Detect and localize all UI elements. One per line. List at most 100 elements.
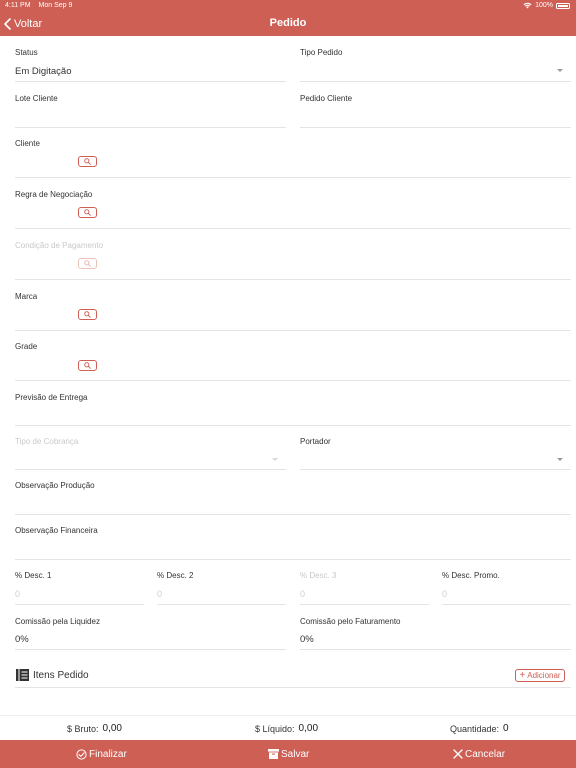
portador-select[interactable] <box>300 449 571 469</box>
archive-icon <box>268 749 279 759</box>
grade-divider <box>15 380 571 381</box>
cliente-search-button[interactable] <box>78 156 97 167</box>
magnifier-icon <box>84 209 91 216</box>
marca-search-button[interactable] <box>78 309 97 320</box>
total-quantidade: Quantidade: 0 <box>450 716 509 741</box>
list-icon <box>16 669 29 681</box>
pedido-cliente-label: Pedido Cliente <box>300 94 353 103</box>
tipo-pedido-select[interactable] <box>300 60 571 80</box>
total-liquido-label: $ Líquido: <box>255 723 295 734</box>
comissao-liquidez-label: Comissão pela Liquidez <box>15 617 100 626</box>
condicao-pagamento-divider <box>15 279 571 280</box>
lote-cliente-divider <box>15 127 286 128</box>
condicao-pagamento-search-button <box>78 258 97 269</box>
comissao-faturamento-label: Comissão pelo Faturamento <box>300 617 401 626</box>
total-quantidade-label: Quantidade: <box>450 723 500 734</box>
status-bar: 4:11 PM Mon Sep 9 100% <box>0 0 576 11</box>
desc2-label: % Desc. 2 <box>157 571 194 580</box>
add-item-label: Adicionar <box>527 671 561 680</box>
cliente-label: Cliente <box>15 139 40 148</box>
total-quantidade-value: 0 <box>503 723 509 734</box>
check-circle-icon <box>76 748 87 760</box>
desc-promo-label: % Desc. Promo. <box>442 571 500 580</box>
items-section-title: Itens Pedido <box>33 670 89 681</box>
cancelar-label: Cancelar <box>465 748 506 760</box>
tipo-pedido-label: Tipo Pedido <box>300 48 343 57</box>
pedido-cliente-divider <box>300 127 571 128</box>
total-bruto-label: $ Bruto: <box>67 723 99 734</box>
status-bar-left: 4:11 PM Mon Sep 9 <box>5 0 78 11</box>
comissao-liquidez-value: 0% <box>15 634 29 645</box>
desc-promo-input[interactable]: 0 <box>442 589 447 599</box>
previsao-entrega-input[interactable] <box>15 404 571 424</box>
observacao-producao-input[interactable] <box>15 493 571 513</box>
regra-negociacao-label: Regra de Negociação <box>15 190 93 199</box>
cliente-divider <box>15 177 571 178</box>
previsao-entrega-label: Previsão de Entrega <box>15 393 88 402</box>
desc3-label: % Desc. 3 <box>300 571 337 580</box>
desc2-input[interactable]: 0 <box>157 589 162 599</box>
tipo-cobranca-label: Tipo de Cobrança <box>15 437 79 446</box>
tipo-pedido-divider <box>300 81 571 82</box>
tipo-cobranca-select <box>15 449 286 469</box>
nav-bar: Voltar Pedido <box>0 11 576 36</box>
comissao-faturamento-value: 0% <box>300 634 314 645</box>
portador-label: Portador <box>300 437 331 446</box>
page-title: Pedido <box>269 17 307 29</box>
desc1-input[interactable]: 0 <box>15 589 20 599</box>
back-button[interactable]: Voltar <box>4 11 42 36</box>
comissao-faturamento-divider <box>300 649 571 650</box>
magnifier-icon <box>84 260 91 267</box>
salvar-button[interactable]: Salvar <box>268 740 309 768</box>
salvar-label: Salvar <box>281 748 310 760</box>
close-icon <box>453 749 463 759</box>
bottom-toolbar: Finalizar Salvar Cancelar <box>0 740 576 768</box>
total-bruto-value: 0,00 <box>102 723 122 734</box>
finalizar-label: Finalizar <box>89 748 127 760</box>
tipo-cobranca-divider <box>15 469 286 470</box>
grade-label: Grade <box>15 342 38 351</box>
status-date: Mon Sep 9 <box>38 2 73 9</box>
battery-icon <box>556 2 570 9</box>
regra-negociacao-divider <box>15 228 571 229</box>
grade-search-button[interactable] <box>78 360 97 371</box>
items-divider <box>15 687 571 688</box>
previsao-entrega-divider <box>15 425 571 426</box>
observacao-producao-divider <box>15 514 571 515</box>
desc1-divider <box>15 604 144 605</box>
status-value: Em Digitação <box>15 66 72 77</box>
chevron-down-icon <box>557 458 563 461</box>
add-item-button[interactable]: + Adicionar <box>515 669 565 682</box>
status-label: Status <box>15 48 38 57</box>
status-bar-right: 100% <box>523 0 570 11</box>
observacao-producao-label: Observação Produção <box>15 481 95 490</box>
magnifier-icon <box>84 362 91 369</box>
finalizar-button[interactable]: Finalizar <box>76 740 127 768</box>
observacao-financeira-input[interactable] <box>15 538 571 558</box>
lote-cliente-input[interactable] <box>15 106 286 126</box>
total-liquido: $ Líquido: 0,00 <box>255 716 318 741</box>
regra-negociacao-search-button[interactable] <box>78 207 97 218</box>
comissao-liquidez-divider <box>15 649 286 650</box>
cancelar-button[interactable]: Cancelar <box>453 740 505 768</box>
wifi-icon <box>523 2 532 9</box>
desc3-input: 0 <box>300 589 306 599</box>
magnifier-icon <box>84 158 91 165</box>
desc1-label: % Desc. 1 <box>15 571 52 580</box>
totals-bar: $ Bruto: 0,00 $ Líquido: 0,00 Quantidade… <box>0 715 576 740</box>
observacao-financeira-divider <box>15 559 571 560</box>
status-time: 4:11 PM <box>5 2 31 9</box>
total-bruto: $ Bruto: 0,00 <box>67 716 122 741</box>
marca-divider <box>15 330 571 331</box>
status-divider <box>15 81 286 82</box>
total-liquido-value: 0,00 <box>298 723 319 734</box>
back-label: Voltar <box>14 17 43 30</box>
desc2-divider <box>157 604 286 605</box>
chevron-down-icon <box>557 69 563 72</box>
observacao-financeira-label: Observação Financeira <box>15 526 98 535</box>
portador-divider <box>300 469 571 470</box>
battery-percent: 100% <box>535 2 553 9</box>
chevron-down-icon <box>272 458 278 461</box>
pedido-cliente-input[interactable] <box>300 106 571 126</box>
chevron-left-icon <box>4 17 11 30</box>
